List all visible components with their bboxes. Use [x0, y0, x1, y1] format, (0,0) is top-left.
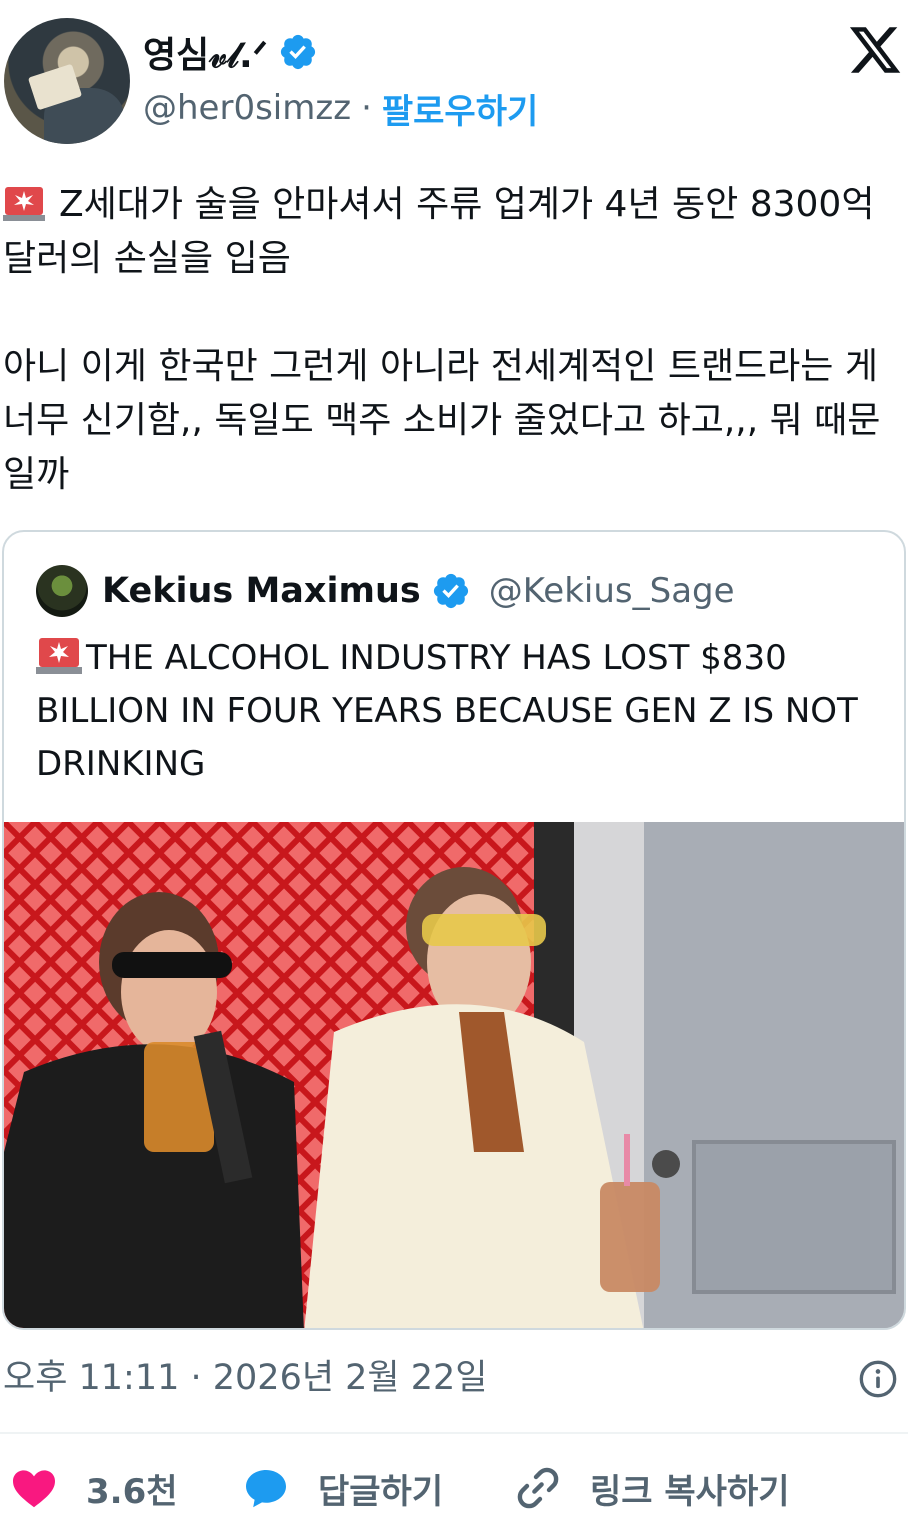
quote-text-body: THE ALCOHOL INDUSTRY HAS LOST $830 BILLI… — [36, 638, 858, 784]
tweet-text-line1: Z세대가 술을 안마셔서 주류 업계가 4년 동안 8300억 달러의 손실을 … — [3, 184, 886, 279]
author-name-row: 영심𝓋𝓁.ᐟ — [143, 26, 318, 78]
copy-link-button[interactable]: 링크 복사하기 — [514, 1456, 790, 1520]
verified-badge-icon — [433, 573, 468, 609]
tweet-text-line2: 아니 이게 한국만 그런게 아니라 전세계적인 트랜드라는 게 너무 신기함,,… — [3, 346, 890, 495]
heart-icon — [13, 1470, 55, 1508]
quote-handle: @Kekius_Sage — [488, 571, 735, 611]
quoted-tweet[interactable]: Kekius Maximus @Kekius_Sage THE ALCOHOL … — [2, 530, 906, 1330]
reply-label: 답글하기 — [318, 1471, 444, 1512]
quote-text: THE ALCOHOL INDUSTRY HAS LOST $830 BILLI… — [36, 632, 896, 791]
reply-button[interactable]: 답글하기 — [242, 1456, 443, 1520]
tweet-text: Z세대가 술을 안마셔서 주류 업계가 4년 동안 8300억 달러의 손실을 … — [3, 178, 903, 502]
tweet-header: 영심𝓋𝓁.ᐟ @her0simzz · 팔로우하기 — [0, 0, 908, 160]
separator-dot: · — [361, 88, 372, 128]
reply-bubble-icon — [246, 1470, 286, 1508]
quote-avatar — [36, 565, 88, 617]
divider — [0, 1432, 908, 1434]
link-icon — [517, 1467, 559, 1509]
author-handle-row: @her0simzz · 팔로우하기 — [143, 84, 538, 132]
action-bar: 3.6천 답글하기 링크 복사하기 — [0, 1456, 908, 1520]
tweet-timestamp[interactable]: 오후 11:11 · 2026년 2월 22일 — [3, 1352, 488, 1404]
quote-photo[interactable] — [4, 822, 906, 1330]
like-count: 3.6천 — [86, 1471, 178, 1512]
siren-emoji-icon — [3, 187, 45, 221]
follow-button[interactable]: 팔로우하기 — [382, 84, 538, 133]
quote-header: Kekius Maximus @Kekius_Sage — [36, 564, 735, 618]
info-icon[interactable] — [858, 1359, 898, 1399]
author-handle[interactable]: @her0simzz — [143, 88, 351, 128]
verified-badge-icon — [280, 34, 316, 70]
author-avatar[interactable] — [4, 18, 130, 144]
siren-emoji-icon — [36, 638, 82, 674]
like-button[interactable]: 3.6천 — [10, 1456, 178, 1520]
x-logo-icon[interactable] — [846, 22, 904, 78]
quote-display-name: Kekius Maximus — [102, 571, 421, 611]
author-display-name[interactable]: 영심𝓋𝓁.ᐟ — [143, 26, 268, 78]
copy-link-label: 링크 복사하기 — [590, 1471, 790, 1512]
